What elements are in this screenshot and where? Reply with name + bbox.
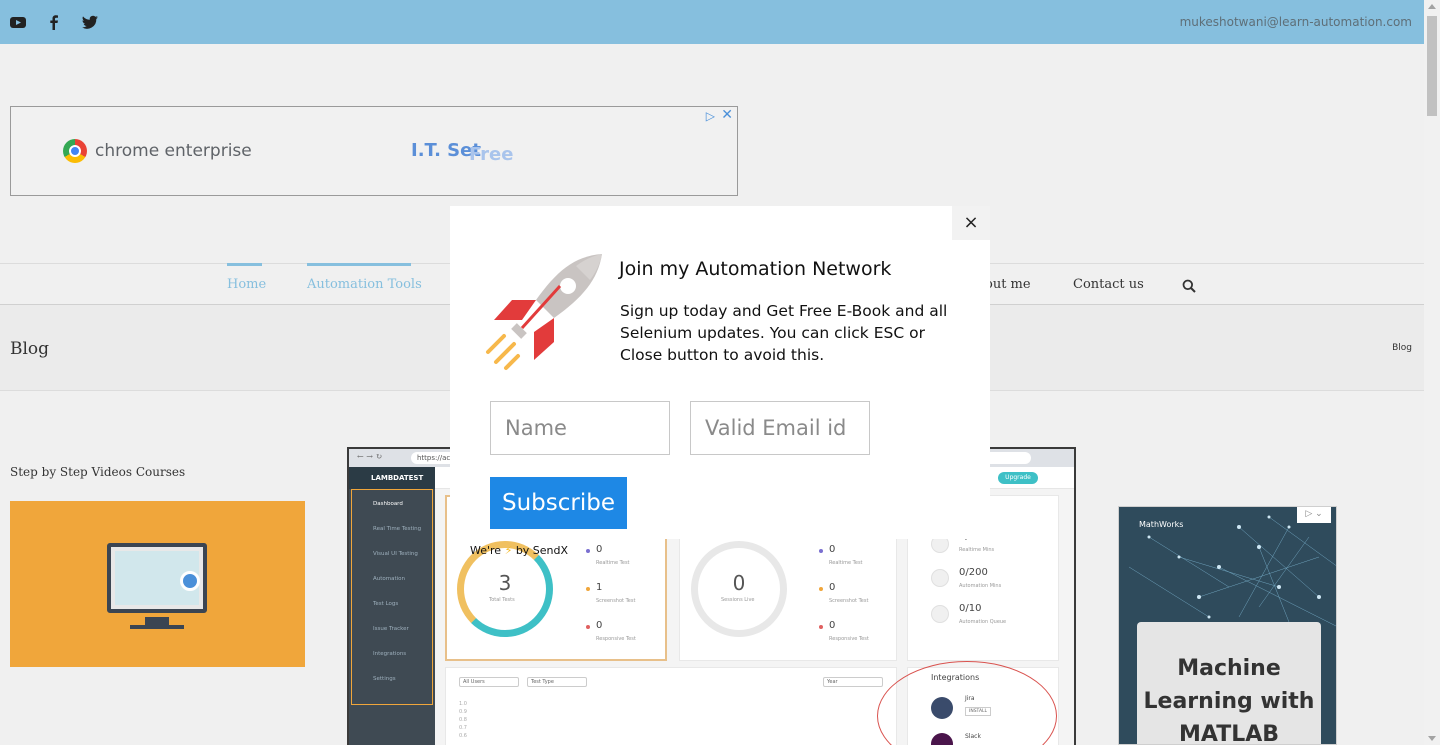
legend-dot bbox=[586, 625, 590, 629]
subscribe-modal: × Join my Automation Network Sign up tod… bbox=[450, 206, 990, 539]
app-menu-item: Real Time Testing bbox=[373, 526, 422, 532]
breadcrumb[interactable]: Blog bbox=[1392, 343, 1412, 353]
queue-icon bbox=[931, 605, 949, 623]
top-advertisement[interactable]: chrome enterprise I.T. Set Free ▷ ✕ bbox=[10, 106, 738, 196]
legend-dot bbox=[819, 625, 823, 629]
app-menu-item: Test Logs bbox=[373, 601, 399, 607]
right-advertisement[interactable]: MathWorks ▷ ⌄ Machine Learning with MATL… bbox=[1118, 506, 1337, 745]
sessions-live-label: Sessions Live bbox=[721, 597, 755, 603]
screenshot-label: Screenshot Test bbox=[596, 598, 636, 604]
responsive-label-2: Responsive Test bbox=[829, 636, 869, 642]
filter-select: Test Type bbox=[527, 677, 587, 687]
modal-description: Sign up today and Get Free E-Book and al… bbox=[620, 302, 948, 364]
ad-slogan-free: Free bbox=[469, 144, 514, 165]
total-tests-label: Total Tests bbox=[489, 597, 515, 603]
queue-label: Realtime Mins bbox=[959, 547, 995, 553]
browser-nav-icon: ← → ↻ bbox=[357, 452, 383, 461]
facebook-icon[interactable] bbox=[45, 13, 63, 31]
powered-suffix: by SendX bbox=[515, 544, 569, 557]
queue-icon bbox=[931, 569, 949, 587]
youtube-icon[interactable] bbox=[9, 13, 27, 31]
nav-home[interactable]: Home bbox=[227, 263, 267, 292]
realtime-label: Realtime Test bbox=[596, 560, 630, 566]
top-bar: mukeshotwani@learn-automation.com bbox=[0, 0, 1424, 44]
adchoices-icon[interactable]: ▷ ⌄ bbox=[1297, 507, 1331, 523]
rocket-icon bbox=[486, 254, 602, 370]
ad-headline: Machine Learning with MATLAB bbox=[1143, 656, 1315, 745]
scroll-up-icon[interactable] bbox=[1428, 4, 1436, 9]
nav-automation-tools[interactable]: Automation Tools bbox=[307, 263, 422, 292]
filter-select: Year bbox=[823, 677, 883, 687]
course-banner-image[interactable] bbox=[10, 501, 305, 667]
search-icon[interactable] bbox=[1182, 279, 1196, 293]
queue-value: 0/200 bbox=[959, 567, 988, 578]
realtime-label-2: Realtime Test bbox=[829, 560, 863, 566]
app-menu-item: Automation bbox=[373, 576, 406, 582]
sessions-live-value: 0 bbox=[732, 571, 746, 595]
legend-dot bbox=[819, 549, 823, 553]
realtime-value-2: 0 bbox=[829, 544, 836, 555]
screenshot-label-2: Screenshot Test bbox=[829, 598, 869, 604]
close-icon[interactable]: × bbox=[952, 206, 990, 240]
app-menu-item: Dashboard bbox=[373, 501, 403, 507]
app-menu-item: Settings bbox=[373, 676, 396, 682]
powered-by-sendx[interactable]: We're ⚡ by SendX bbox=[470, 544, 568, 557]
modal-heading: Join my Automation Network bbox=[619, 258, 892, 280]
screenshot-value-2: 0 bbox=[829, 582, 836, 593]
y-tick: 1.0 bbox=[459, 701, 467, 707]
name-field[interactable] bbox=[490, 401, 670, 455]
nav-active-indicator bbox=[227, 263, 262, 266]
ad-headline-box: Machine Learning with MATLAB bbox=[1137, 622, 1321, 745]
y-tick: 0.9 bbox=[459, 709, 467, 715]
subscribe-button[interactable]: Subscribe bbox=[490, 477, 627, 529]
y-tick: 0.7 bbox=[459, 725, 467, 731]
y-tick: 0.8 bbox=[459, 717, 467, 723]
legend-dot bbox=[586, 549, 590, 553]
app-menu-highlight bbox=[351, 489, 433, 705]
nav-contact-us[interactable]: Contact us bbox=[1073, 277, 1144, 292]
realtime-value: 0 bbox=[596, 544, 603, 555]
app-menu-item: Visual UI Testing bbox=[373, 551, 418, 557]
upgrade-badge: Upgrade bbox=[998, 472, 1038, 484]
ad-brand: chrome enterprise bbox=[95, 141, 252, 161]
twitter-icon[interactable] bbox=[81, 13, 99, 31]
contact-email[interactable]: mukeshotwani@learn-automation.com bbox=[1180, 15, 1412, 29]
y-tick: 0.6 bbox=[459, 733, 467, 739]
queue-label: Automation Queue bbox=[959, 619, 1007, 625]
responsive-label: Responsive Test bbox=[596, 636, 636, 642]
scrollbar[interactable] bbox=[1424, 0, 1440, 745]
scrollbar-thumb[interactable] bbox=[1427, 16, 1437, 116]
legend-dot bbox=[586, 587, 590, 591]
nav-home-label: Home bbox=[227, 277, 267, 292]
email-field[interactable] bbox=[690, 401, 870, 455]
queue-value: 0/10 bbox=[959, 603, 982, 614]
nav-about-me[interactable]: out me bbox=[985, 277, 1031, 292]
bolt-icon: ⚡ bbox=[504, 544, 513, 557]
total-tests-value: 3 bbox=[498, 571, 512, 595]
app-logo: LAMBDATEST bbox=[349, 467, 435, 489]
adchoices-icon[interactable]: ▷ bbox=[706, 109, 715, 123]
chrome-logo-icon bbox=[63, 139, 87, 163]
screenshot-value: 1 bbox=[596, 582, 603, 593]
responsive-value-2: 0 bbox=[829, 620, 836, 631]
mathworks-logo: MathWorks bbox=[1139, 520, 1184, 529]
page-title: Blog bbox=[10, 339, 50, 359]
scroll-down-icon[interactable] bbox=[1428, 736, 1436, 741]
responsive-value: 0 bbox=[596, 620, 603, 631]
sidebar-heading: Step by Step Videos Courses bbox=[10, 465, 186, 479]
app-menu-item: Issue Tracker bbox=[373, 626, 409, 632]
user-avatar-icon bbox=[180, 571, 200, 591]
filter-select: All Users bbox=[459, 677, 519, 687]
ad-close-icon[interactable]: ✕ bbox=[721, 107, 733, 123]
app-menu-item: Integrations bbox=[373, 651, 407, 657]
legend-dot bbox=[819, 587, 823, 591]
queue-label: Automation Mins bbox=[959, 583, 1002, 589]
powered-prefix: We're bbox=[470, 544, 502, 557]
nav-automation-tools-label: Automation Tools bbox=[307, 277, 422, 292]
nav-active-indicator bbox=[307, 263, 411, 266]
